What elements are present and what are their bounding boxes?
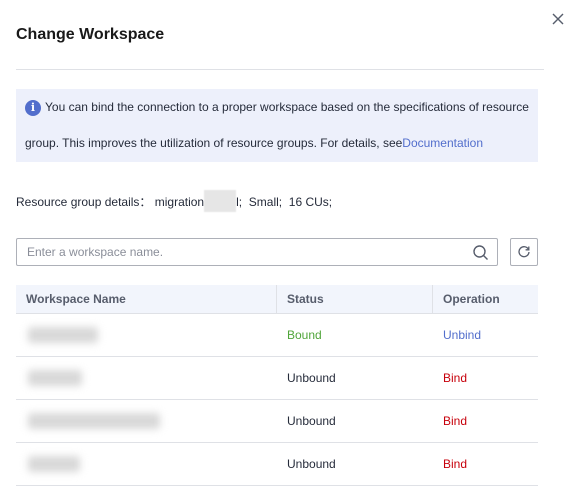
column-header-status: Status bbox=[287, 292, 324, 306]
info-text: group. This improves the utilization of … bbox=[25, 136, 403, 150]
workspace-name-cell bbox=[20, 400, 176, 442]
search-icon[interactable] bbox=[472, 244, 489, 261]
column-separator bbox=[276, 285, 277, 313]
column-separator bbox=[432, 285, 433, 313]
table-row: Unbound Bind bbox=[16, 400, 538, 443]
change-workspace-dialog: Change Workspace i You can bind the conn… bbox=[0, 0, 572, 488]
resource-group-cus: 16 CUs; bbox=[288, 195, 333, 209]
table-row: Unbound Bind bbox=[16, 443, 538, 486]
workspace-search-input[interactable] bbox=[27, 239, 457, 265]
bind-link[interactable]: Bind bbox=[443, 443, 467, 485]
resource-group-name-prefix: migration bbox=[154, 195, 205, 209]
status-badge: Unbound bbox=[287, 371, 336, 385]
redacted-block bbox=[204, 189, 237, 212]
unbind-link[interactable]: Unbind bbox=[443, 314, 481, 356]
title-divider bbox=[16, 69, 544, 70]
info-banner: i You can bind the connection to a prope… bbox=[16, 89, 538, 162]
resource-group-name-suffix: l; bbox=[236, 195, 243, 209]
bind-link[interactable]: Bind bbox=[443, 357, 467, 399]
table-row: Unbound Bind bbox=[16, 357, 538, 400]
redacted-workspace-name bbox=[28, 327, 98, 343]
resource-group-flavor: Small; bbox=[248, 195, 283, 209]
status-badge: Unbound bbox=[287, 457, 336, 471]
table-header: Workspace Name Status Operation bbox=[16, 285, 538, 314]
info-icon: i bbox=[25, 100, 41, 116]
refresh-button[interactable] bbox=[510, 238, 538, 266]
documentation-link[interactable]: Documentation bbox=[402, 136, 483, 150]
column-header-workspace-name: Workspace Name bbox=[26, 292, 126, 306]
info-text-line1: You can bind the connection to a proper … bbox=[45, 100, 529, 114]
workspace-name-cell bbox=[20, 357, 176, 399]
workspace-name-cell bbox=[20, 314, 176, 356]
close-icon[interactable] bbox=[549, 10, 567, 28]
status-badge: Unbound bbox=[287, 414, 336, 428]
resource-group-label: Resource group details： bbox=[16, 195, 152, 209]
bind-link[interactable]: Bind bbox=[443, 400, 467, 442]
status-badge: Bound bbox=[287, 328, 322, 342]
column-header-operation: Operation bbox=[443, 292, 500, 306]
info-text-line2: group. This improves the utilization of … bbox=[25, 136, 483, 150]
workspace-name-cell bbox=[20, 443, 176, 485]
workspace-search-box bbox=[16, 238, 498, 266]
workspace-table: Workspace Name Status Operation Bound Un… bbox=[16, 285, 538, 486]
refresh-icon bbox=[518, 246, 530, 258]
redacted-workspace-name bbox=[28, 456, 80, 472]
redacted-workspace-name bbox=[28, 413, 160, 429]
resource-group-details: Resource group details： migration l; Smal… bbox=[16, 189, 333, 212]
dialog-title: Change Workspace bbox=[16, 26, 165, 43]
redacted-workspace-name bbox=[28, 370, 82, 386]
table-row: Bound Unbind bbox=[16, 314, 538, 357]
